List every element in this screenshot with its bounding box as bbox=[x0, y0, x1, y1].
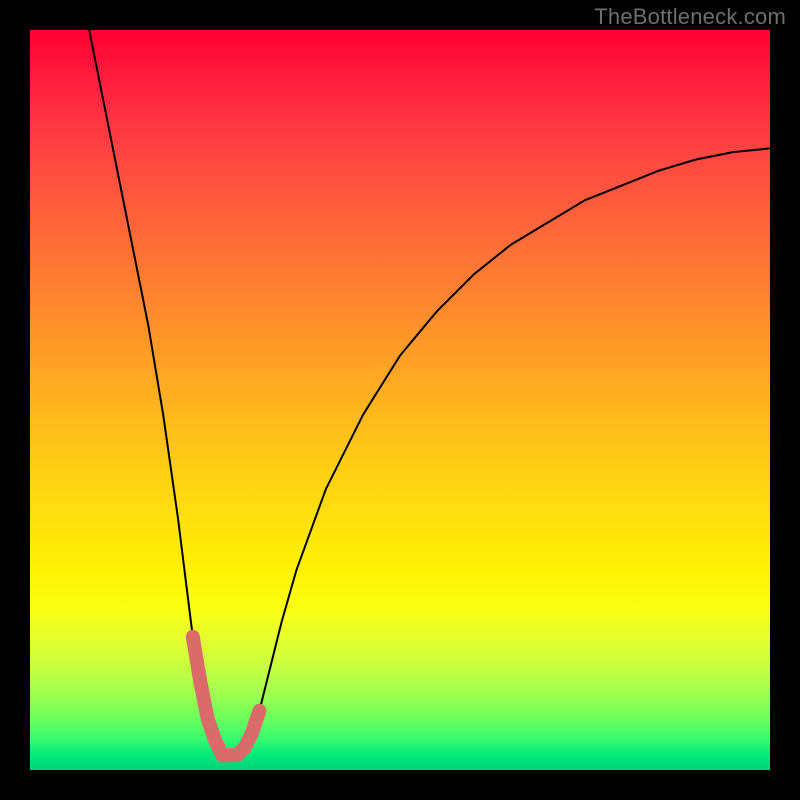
watermark-text: TheBottleneck.com bbox=[594, 4, 786, 30]
chart-frame: TheBottleneck.com bbox=[0, 0, 800, 800]
bottleneck-curve bbox=[30, 30, 770, 770]
valley-marker bbox=[193, 637, 260, 755]
plot-area bbox=[30, 30, 770, 770]
